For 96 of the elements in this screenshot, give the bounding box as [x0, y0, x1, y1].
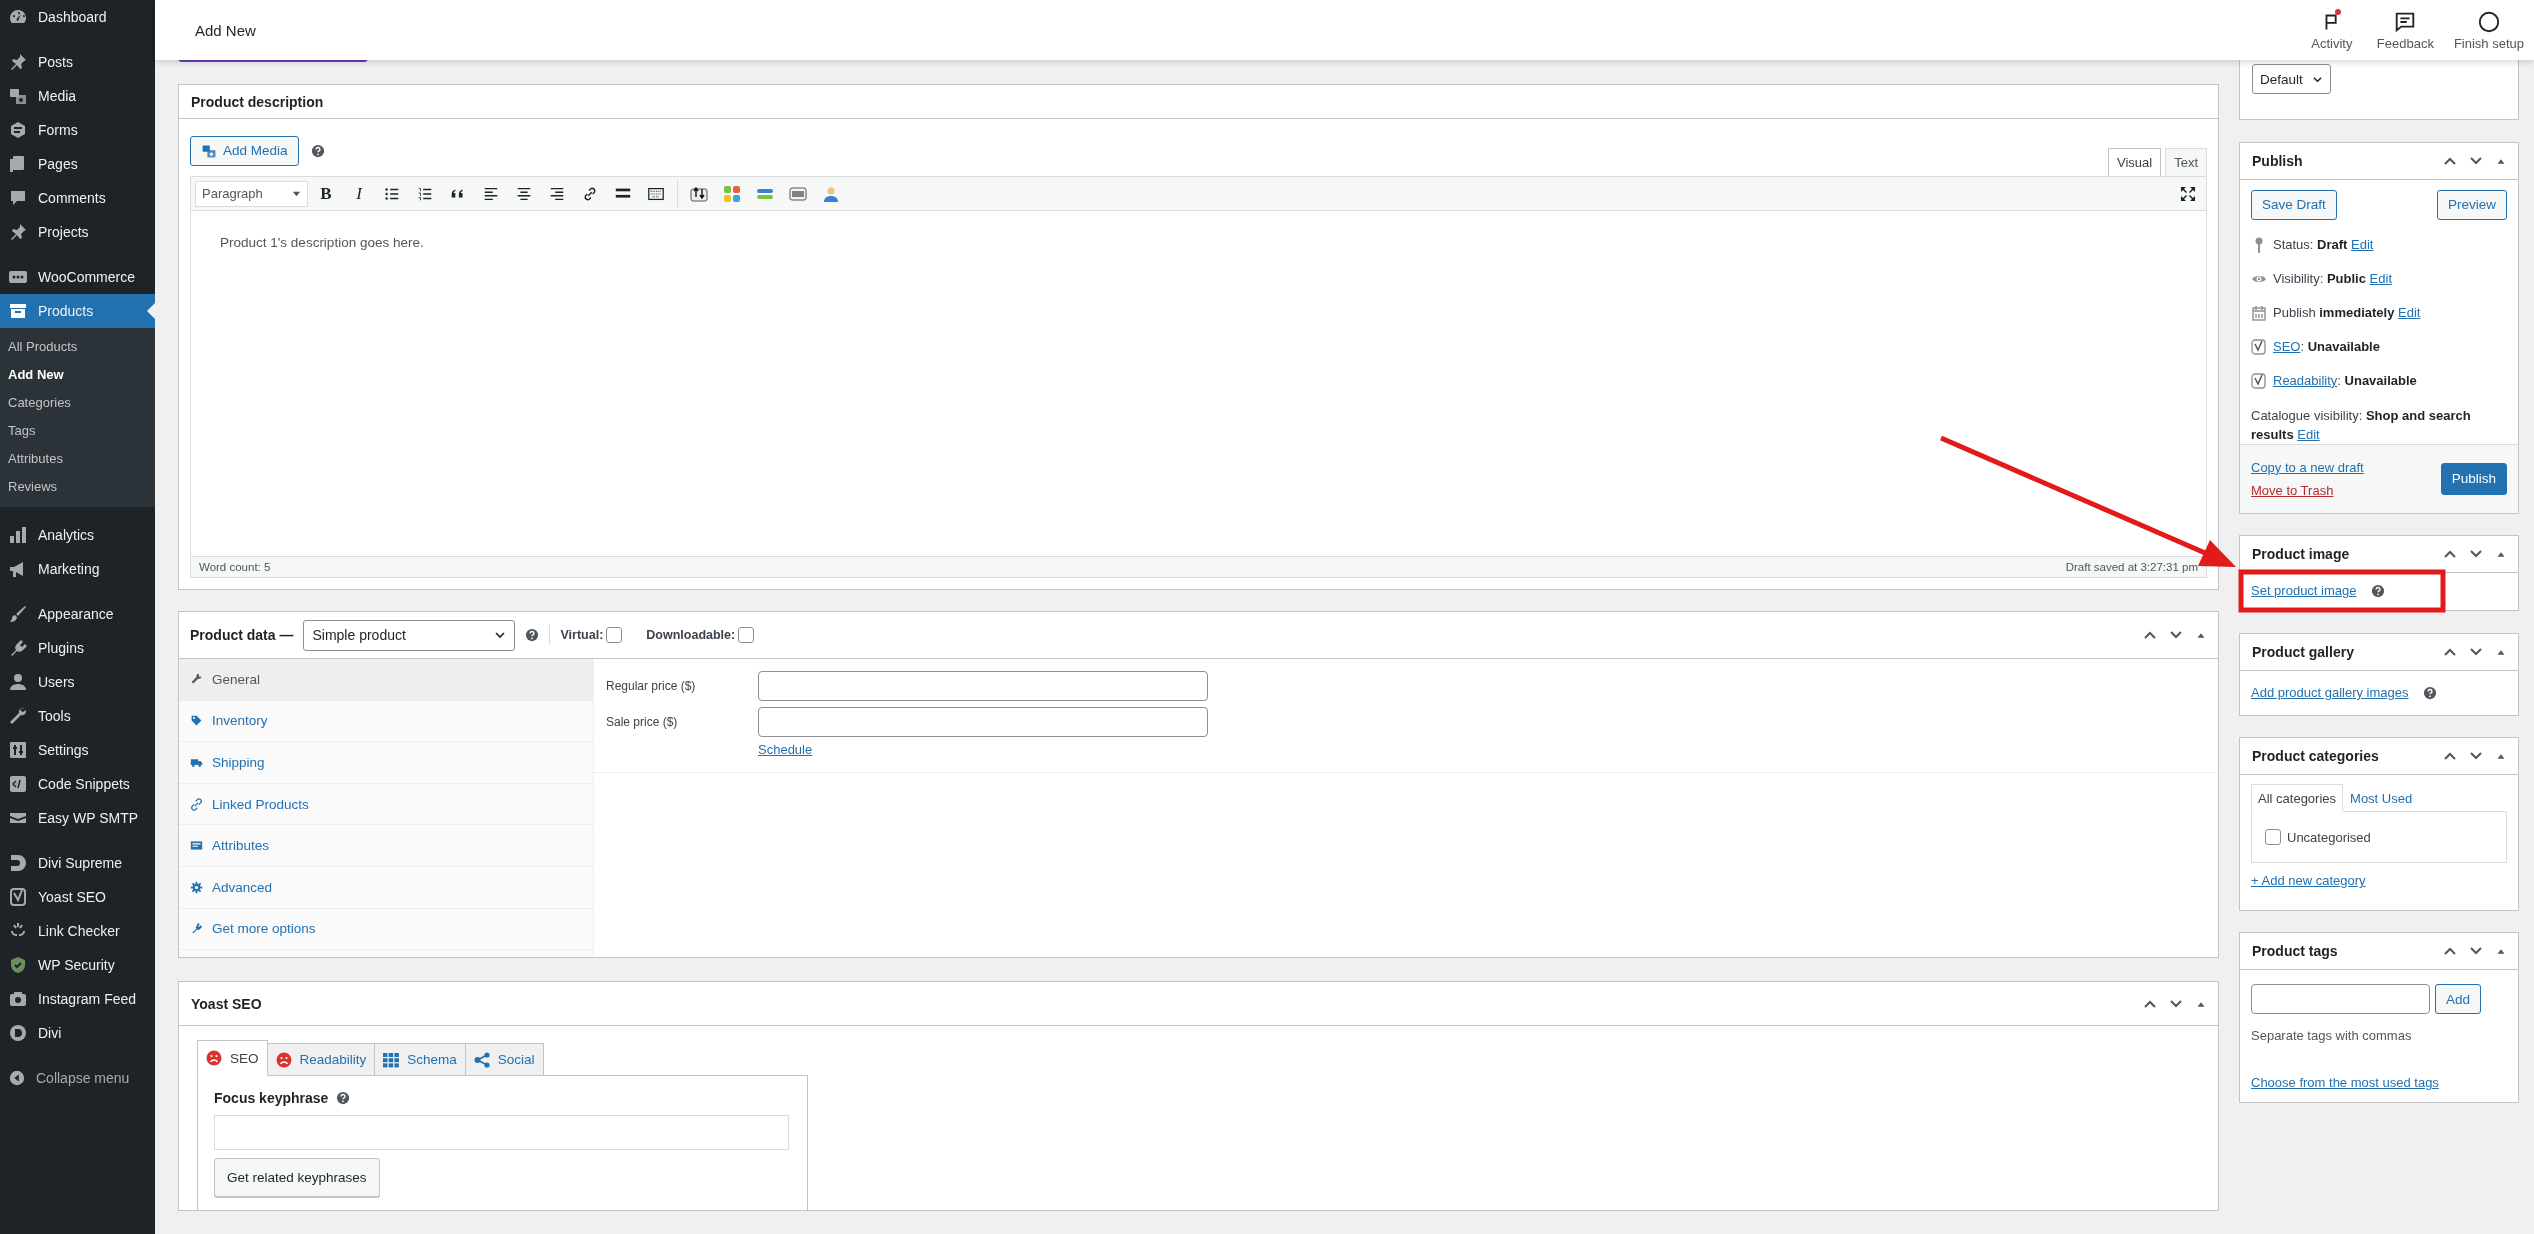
menu-item[interactable]: Analytics	[0, 518, 155, 552]
publish-setting: Publish immediately Edit	[2273, 303, 2421, 321]
edit-link[interactable]: Edit	[2398, 304, 2421, 320]
field-label: Regular price ($)	[606, 678, 697, 693]
yoast-tab[interactable]: Social	[464, 1043, 544, 1076]
submenu-item[interactable]: Categories	[0, 389, 155, 417]
panel-title: Product description	[191, 93, 325, 110]
publish-button[interactable]: Publish	[2440, 462, 2507, 495]
menu-item[interactable]: Yoast SEO	[0, 880, 155, 914]
option-label: Downloadable:	[646, 628, 736, 642]
menu-item[interactable]: Media	[0, 79, 155, 113]
panel-title: Product categories	[2252, 748, 2380, 764]
menu-item[interactable]: WooCommerce	[0, 260, 155, 294]
submenu-item[interactable]: Tags	[0, 417, 155, 445]
edit-link[interactable]: Edit	[2351, 236, 2374, 252]
most-used-tags-link[interactable]: Choose from the most used tags	[2251, 1075, 2439, 1090]
menu-item[interactable]: Posts	[0, 45, 155, 79]
menu-item[interactable]: Link Checker	[0, 914, 155, 948]
collapse-menu-button[interactable]: Collapse menu	[0, 1061, 155, 1095]
field-label: Focus keyphrase	[214, 1090, 329, 1106]
product-data-tab[interactable]: Advanced	[179, 866, 593, 909]
product-data-tab[interactable]: Get more options	[179, 908, 593, 951]
hint-text: Separate tags with commas	[2250, 1027, 2413, 1043]
publish-setting: Catalogue visibility: Shop and search results Edit	[2251, 406, 2472, 444]
submenu-item[interactable]: Attributes	[0, 445, 155, 473]
menu-item[interactable]: Tools	[0, 699, 155, 733]
trash-link[interactable]: Move to Trash	[2251, 482, 2364, 498]
add-tag-button[interactable]: Add	[2435, 984, 2482, 1014]
add-media-button[interactable]: Add Media	[190, 135, 299, 166]
menu-item[interactable]: Instagram Feed	[0, 982, 155, 1016]
field-label: Sale price ($)	[606, 714, 679, 729]
publish-setting: SEO: Unavailable	[2273, 337, 2380, 355]
schedule-link[interactable]: Schedule	[758, 742, 1208, 757]
menu-item[interactable]: Settings	[0, 733, 155, 767]
submenu-item[interactable]: All Products	[0, 333, 155, 361]
category-tab[interactable]: All categories	[2251, 784, 2344, 812]
set-image-link[interactable]: Set product image	[2251, 583, 2357, 598]
save-draft-button[interactable]: Save Draft	[2251, 189, 2337, 220]
gallery-link[interactable]: Add product gallery images	[2251, 685, 2409, 700]
format-button[interactable]: I	[344, 179, 374, 208]
menu-item[interactable]: Users	[0, 665, 155, 699]
product-data-tab[interactable]: Attributes	[179, 825, 593, 867]
panel-title: Product image	[2252, 546, 2351, 562]
preview-button[interactable]: Preview	[2437, 189, 2507, 220]
toolbar-button[interactable]: Activity	[2296, 0, 2367, 60]
description-text: Product 1's description goes here.	[220, 235, 425, 250]
menu-item[interactable]: Projects	[0, 215, 155, 249]
page-title: Add New	[195, 21, 257, 39]
yoast-tab[interactable]: SEO	[197, 1040, 268, 1076]
product-data-tab[interactable]: Shipping	[179, 742, 593, 784]
yoast-tab[interactable]: Readability	[266, 1043, 376, 1076]
template-select[interactable]: Default	[2252, 64, 2331, 94]
yoast-tab[interactable]: Schema	[374, 1043, 466, 1076]
option-label: Virtual:	[560, 628, 604, 642]
related-keyphrases-button[interactable]: Get related keyphrases	[214, 1158, 380, 1197]
panel-title: Product tags	[2252, 943, 2339, 959]
menu-item[interactable]: Marketing	[0, 552, 155, 586]
menu-item[interactable]: Divi Supreme	[0, 846, 155, 880]
publish-setting: Readability: Unavailable	[2273, 371, 2417, 389]
word-count: Word count: 5	[199, 561, 271, 573]
submenu-item[interactable]: Reviews	[0, 473, 155, 501]
menu-item[interactable]: WP Security	[0, 948, 155, 982]
menu-item[interactable]: Comments	[0, 181, 155, 215]
submenu-item[interactable]: Add New	[0, 361, 155, 389]
product-type-select[interactable]: Simple product	[303, 619, 516, 651]
editor-tab[interactable]: Text	[2165, 148, 2207, 176]
add-category-link[interactable]: + Add new category	[2251, 873, 2366, 888]
panel-title: Yoast SEO	[191, 995, 263, 1012]
publish-setting: Status: Draft Edit	[2273, 235, 2374, 253]
menu-item[interactable]: Products	[0, 294, 155, 328]
panel-title: Product gallery	[2252, 644, 2355, 660]
menu-item[interactable]: Plugins	[0, 631, 155, 665]
format-button[interactable]: B	[311, 179, 341, 208]
panel-title: Product data —	[190, 627, 294, 643]
product-data-tab[interactable]: Inventory	[179, 700, 593, 743]
save-status: Draft saved at 3:27:31 pm	[2065, 561, 2198, 573]
edit-link[interactable]: Edit	[2369, 270, 2392, 286]
menu-item[interactable]: Appearance	[0, 597, 155, 631]
menu-item[interactable]: Divi	[0, 1016, 155, 1050]
product-data-tab[interactable]: Linked Products	[179, 783, 593, 826]
copy-draft-link[interactable]: Copy to a new draft	[2251, 459, 2364, 475]
menu-item[interactable]: Easy WP SMTP	[0, 801, 155, 835]
menu-item[interactable]: Pages	[0, 147, 155, 181]
panel-title: Publish	[2252, 152, 2304, 169]
edit-link[interactable]: Edit	[2297, 426, 2320, 442]
format-select[interactable]: Paragraph	[195, 180, 308, 207]
menu-item[interactable]: Forms	[0, 113, 155, 147]
toolbar-button[interactable]: Finish setup	[2443, 0, 2534, 60]
toolbar-button[interactable]: Feedback	[2366, 0, 2444, 60]
menu-item[interactable]: Dashboard	[0, 0, 155, 34]
editor-tab[interactable]: Visual	[2107, 148, 2162, 176]
product-data-tab[interactable]: General	[179, 659, 593, 701]
category-tab[interactable]: Most Used	[2343, 784, 2420, 812]
publish-setting: Visibility: Public Edit	[2273, 269, 2392, 287]
category-label: Uncategorised	[2287, 829, 2371, 845]
menu-item[interactable]: Code Snippets	[0, 767, 155, 801]
